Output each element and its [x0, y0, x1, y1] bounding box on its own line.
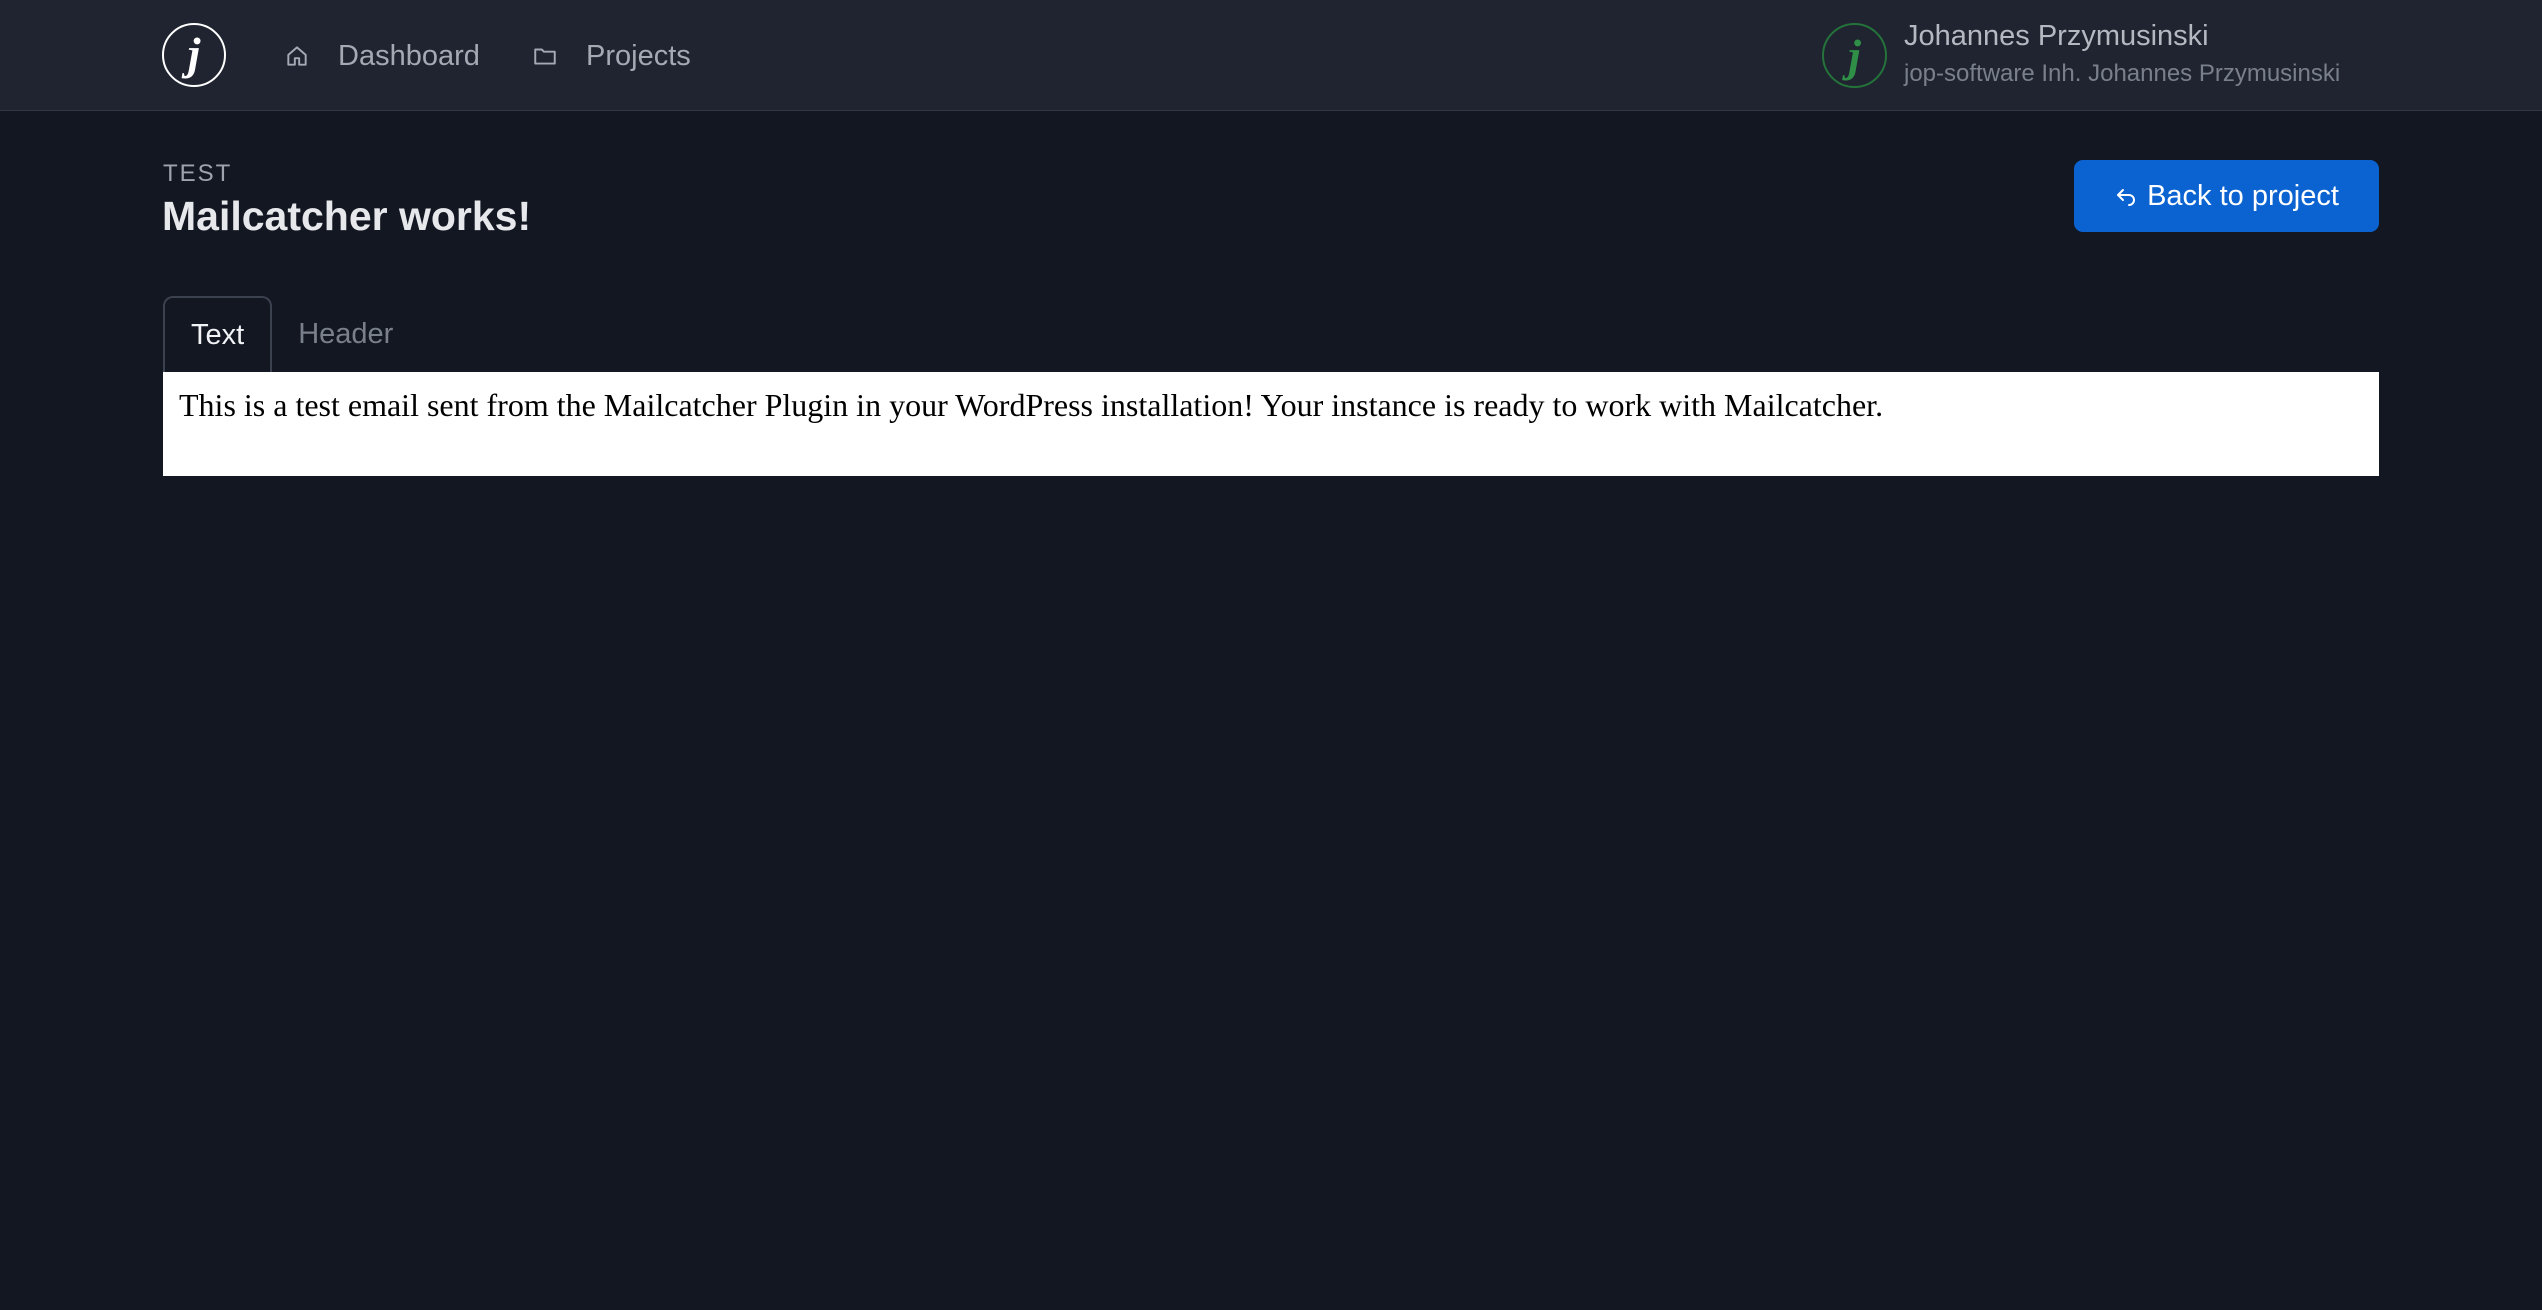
nav-item-dashboard[interactable]: Dashboard [284, 30, 480, 82]
home-icon [284, 43, 310, 69]
user-name[interactable]: Johannes Przymusinski [1904, 20, 2209, 53]
nav-item-label: Dashboard [338, 39, 480, 72]
logo-glyph: j [187, 28, 201, 79]
reply-arrow-icon [2114, 184, 2138, 208]
user-company: jop-software Inh. Johannes Przymusinski [1904, 60, 2341, 87]
tab-text[interactable]: Text [163, 296, 273, 372]
tab-header[interactable]: Header [272, 296, 419, 372]
mail-view-tabs: Text Header [163, 296, 419, 372]
top-navigation-bar: j Dashboard Projects j Johannes Przymusi… [0, 0, 2542, 111]
user-avatar[interactable]: j [1822, 23, 1887, 88]
avatar-glyph: j [1848, 29, 1861, 81]
mail-body-preview: This is a test email sent from the Mailc… [163, 372, 2379, 476]
app-logo[interactable]: j [162, 23, 226, 87]
nav-item-label: Projects [586, 39, 691, 72]
back-to-project-button[interactable]: Back to project [2074, 160, 2379, 232]
nav-item-projects[interactable]: Projects [532, 30, 691, 82]
folder-icon [532, 43, 558, 69]
page-title: Mailcatcher works! [162, 193, 532, 239]
back-button-label: Back to project [2147, 179, 2339, 212]
page-eyebrow: TEST [163, 160, 233, 187]
